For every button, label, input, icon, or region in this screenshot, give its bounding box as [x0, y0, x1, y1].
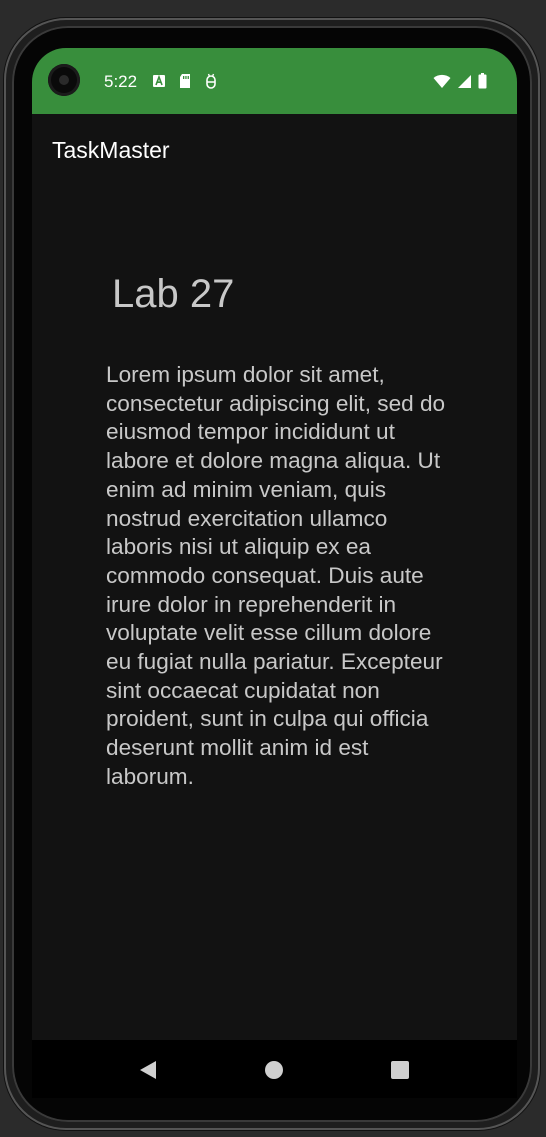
home-icon: [265, 1061, 283, 1079]
recents-button[interactable]: [388, 1058, 412, 1082]
status-bar: 5:22: [32, 48, 517, 114]
navigation-bar: [32, 1040, 517, 1098]
screen: 5:22 TaskMaster Lab 27 Lorem ipsum dolor…: [32, 48, 517, 1098]
android-debug-icon: [206, 73, 216, 89]
a-icon: [153, 74, 165, 87]
back-icon: [140, 1061, 156, 1079]
notification-icons: [152, 73, 218, 89]
signal-icon: [458, 74, 471, 88]
app-title: TaskMaster: [52, 137, 170, 163]
back-button[interactable]: [136, 1058, 160, 1082]
recents-icon: [391, 1061, 409, 1079]
task-description: Lorem ipsum dolor sit amet, consectetur …: [106, 362, 446, 789]
app-bar: TaskMaster: [32, 114, 517, 186]
system-icons: [433, 73, 487, 89]
sd-card-icon: [180, 74, 190, 88]
status-clock: 5:22: [104, 72, 138, 91]
task-title: Lab 27: [112, 272, 235, 316]
front-camera: [48, 64, 80, 96]
home-button[interactable]: [262, 1058, 286, 1082]
wifi-icon: [433, 74, 451, 88]
battery-icon: [478, 73, 487, 89]
